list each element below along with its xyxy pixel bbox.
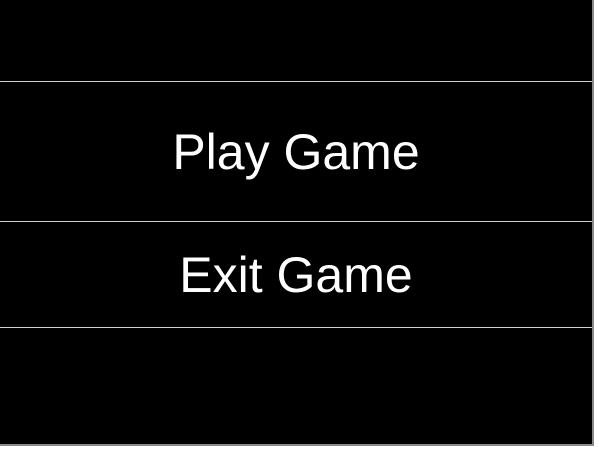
exit-game-button[interactable]: Exit Game	[0, 222, 592, 327]
play-game-label: Play Game	[172, 123, 420, 180]
play-game-button[interactable]: Play Game	[0, 82, 592, 221]
menu-divider-bottom	[0, 327, 592, 328]
game-screen: Play Game Exit Game	[0, 0, 594, 446]
exit-game-label: Exit Game	[179, 246, 413, 303]
